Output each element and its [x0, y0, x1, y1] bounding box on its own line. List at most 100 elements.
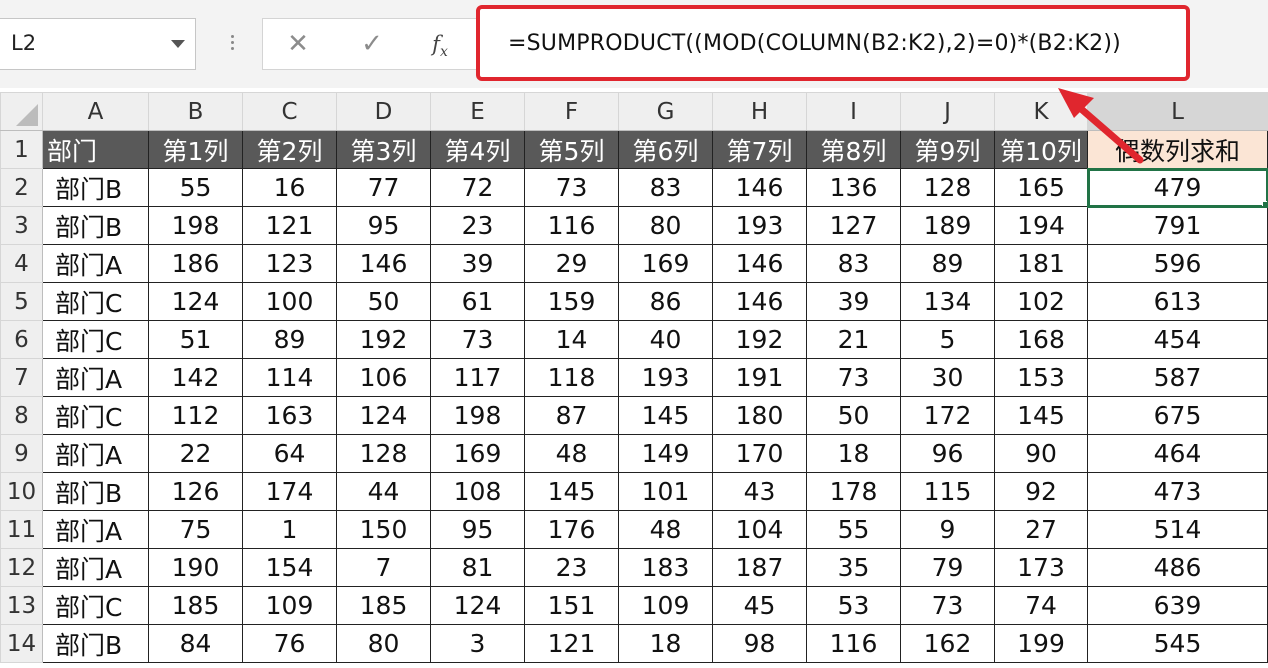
cell[interactable]: 14: [524, 320, 619, 359]
cell[interactable]: 109: [242, 586, 337, 625]
cell[interactable]: 178: [806, 472, 901, 511]
cell[interactable]: 102: [994, 282, 1088, 321]
row-header[interactable]: 14: [0, 624, 43, 663]
cell[interactable]: 83: [806, 244, 901, 283]
header-cell[interactable]: 第6列: [618, 130, 713, 169]
header-cell[interactable]: 第7列: [712, 130, 807, 169]
cell[interactable]: 73: [430, 320, 525, 359]
cell[interactable]: 部门C: [42, 396, 149, 435]
cell[interactable]: 791: [1087, 206, 1268, 245]
row-header[interactable]: 5: [0, 282, 43, 321]
cell[interactable]: 126: [148, 472, 243, 511]
cell[interactable]: 181: [994, 244, 1088, 283]
cell[interactable]: 79: [900, 548, 995, 587]
cell[interactable]: 部门A: [42, 358, 149, 397]
cell[interactable]: 127: [806, 206, 901, 245]
cell[interactable]: 151: [524, 586, 619, 625]
row-header[interactable]: 4: [0, 244, 43, 283]
cell[interactable]: 96: [900, 434, 995, 473]
cell[interactable]: 170: [712, 434, 807, 473]
cell[interactable]: 136: [806, 168, 901, 207]
cell[interactable]: 48: [524, 434, 619, 473]
row-header[interactable]: 1: [0, 130, 43, 169]
cell[interactable]: 124: [336, 396, 431, 435]
cell[interactable]: 145: [524, 472, 619, 511]
cell[interactable]: 189: [900, 206, 995, 245]
cell[interactable]: 80: [618, 206, 713, 245]
cell[interactable]: 89: [242, 320, 337, 359]
column-header[interactable]: E: [430, 92, 525, 131]
cell[interactable]: 23: [430, 206, 525, 245]
cell[interactable]: 5: [900, 320, 995, 359]
cell[interactable]: 部门A: [42, 244, 149, 283]
cell[interactable]: 185: [148, 586, 243, 625]
cell[interactable]: 145: [994, 396, 1088, 435]
cell[interactable]: 486: [1087, 548, 1268, 587]
cell[interactable]: 3: [430, 624, 525, 663]
cell[interactable]: 116: [806, 624, 901, 663]
cell[interactable]: 80: [336, 624, 431, 663]
cell[interactable]: 部门A: [42, 510, 149, 549]
cell[interactable]: 92: [994, 472, 1088, 511]
header-cell[interactable]: 第1列: [148, 130, 243, 169]
insert-function-icon[interactable]: fx: [425, 29, 455, 60]
cell[interactable]: 27: [994, 510, 1088, 549]
row-header[interactable]: 9: [0, 434, 43, 473]
cell[interactable]: 115: [900, 472, 995, 511]
cell[interactable]: 16: [242, 168, 337, 207]
cell[interactable]: 50: [336, 282, 431, 321]
header-cell[interactable]: 第5列: [524, 130, 619, 169]
cell[interactable]: 454: [1087, 320, 1268, 359]
cell[interactable]: 83: [618, 168, 713, 207]
cell[interactable]: 176: [524, 510, 619, 549]
cell[interactable]: 部门B: [42, 624, 149, 663]
cell[interactable]: 55: [806, 510, 901, 549]
header-cell[interactable]: 第2列: [242, 130, 337, 169]
cell[interactable]: 18: [806, 434, 901, 473]
cell[interactable]: 192: [336, 320, 431, 359]
header-cell[interactable]: 部门: [42, 130, 149, 169]
cell[interactable]: 128: [900, 168, 995, 207]
cell[interactable]: 1: [242, 510, 337, 549]
cell[interactable]: 106: [336, 358, 431, 397]
row-header[interactable]: 6: [0, 320, 43, 359]
cell[interactable]: 108: [430, 472, 525, 511]
cell[interactable]: 部门A: [42, 434, 149, 473]
cell[interactable]: 194: [994, 206, 1088, 245]
column-header[interactable]: A: [42, 92, 149, 131]
cell[interactable]: 95: [336, 206, 431, 245]
cell[interactable]: 587: [1087, 358, 1268, 397]
header-cell[interactable]: 第3列: [336, 130, 431, 169]
cell[interactable]: 169: [618, 244, 713, 283]
row-header[interactable]: 13: [0, 586, 43, 625]
cell[interactable]: 154: [242, 548, 337, 587]
cell[interactable]: 168: [994, 320, 1088, 359]
cell[interactable]: 186: [148, 244, 243, 283]
cell[interactable]: 118: [524, 358, 619, 397]
header-cell[interactable]: 第9列: [900, 130, 995, 169]
cell[interactable]: 198: [148, 206, 243, 245]
cell[interactable]: 124: [430, 586, 525, 625]
cell[interactable]: 150: [336, 510, 431, 549]
header-cell[interactable]: 第10列: [994, 130, 1088, 169]
cell[interactable]: 146: [336, 244, 431, 283]
cell[interactable]: 81: [430, 548, 525, 587]
cell[interactable]: 73: [900, 586, 995, 625]
column-header[interactable]: F: [524, 92, 619, 131]
cell[interactable]: 146: [712, 168, 807, 207]
cell[interactable]: 134: [900, 282, 995, 321]
cell[interactable]: 101: [618, 472, 713, 511]
cell[interactable]: 193: [712, 206, 807, 245]
row-header[interactable]: 10: [0, 472, 43, 511]
cell[interactable]: 191: [712, 358, 807, 397]
selected-cell[interactable]: 479: [1086, 167, 1268, 208]
cell[interactable]: 39: [806, 282, 901, 321]
cell[interactable]: 149: [618, 434, 713, 473]
name-box[interactable]: L2: [0, 18, 196, 70]
cell[interactable]: 190: [148, 548, 243, 587]
cell[interactable]: 464: [1087, 434, 1268, 473]
cell[interactable]: 100: [242, 282, 337, 321]
fill-handle[interactable]: [1262, 201, 1267, 206]
cell[interactable]: 545: [1087, 624, 1268, 663]
cell[interactable]: 90: [994, 434, 1088, 473]
